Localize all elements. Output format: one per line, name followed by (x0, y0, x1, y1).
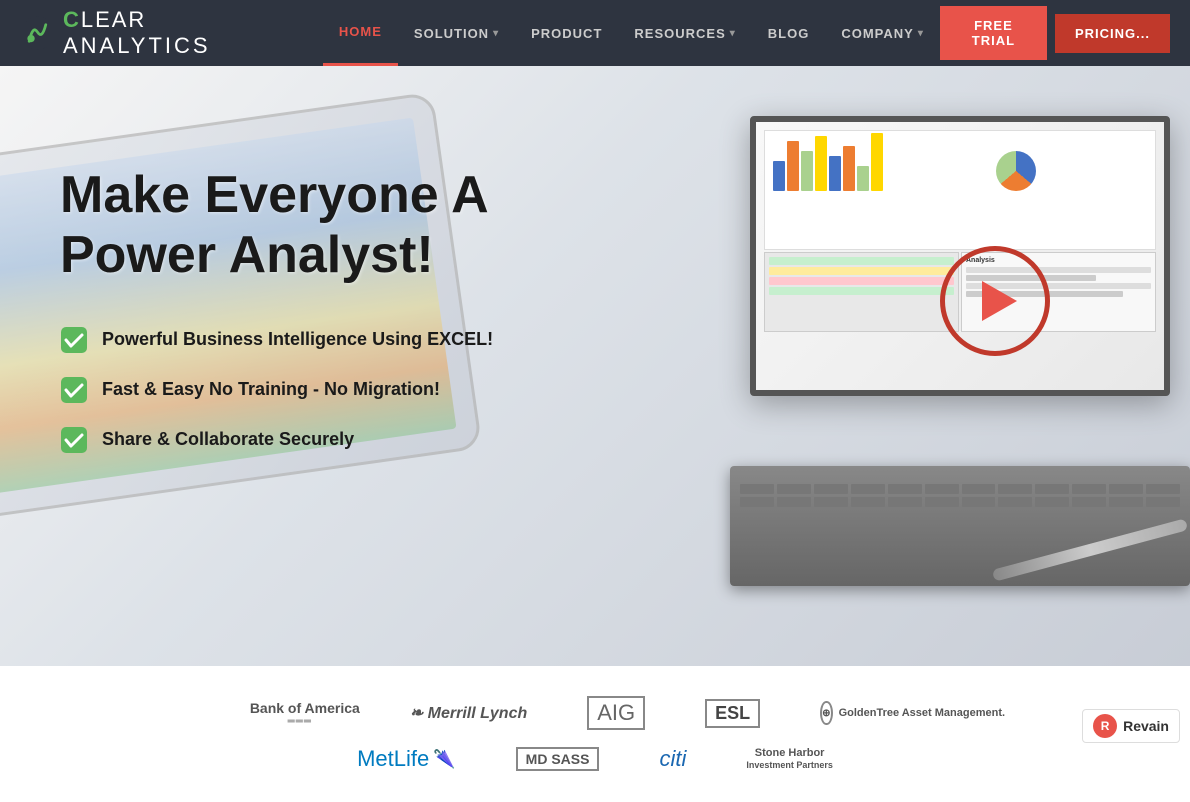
logo-mdsass: MD SASS (516, 747, 600, 771)
logo-metlife: MetLife 🌂 (357, 746, 456, 772)
nav-home[interactable]: HOME (323, 0, 398, 66)
keyboard-mockup (730, 466, 1190, 586)
play-icon (982, 281, 1017, 321)
feature-item-2: Fast & Easy No Training - No Migration! (60, 376, 580, 404)
nav-product[interactable]: PRODUCT (515, 0, 618, 66)
logo-esl: ESL (705, 699, 760, 728)
logos-section: Bank of America ═══ ❧ Merrill Lynch AIG … (0, 666, 1190, 802)
nav-links: HOME SOLUTION ▾ PRODUCT RESOURCES ▾ BLOG… (323, 0, 940, 66)
feature-text-2: Fast & Easy No Training - No Migration! (102, 379, 440, 400)
logos-row-2: MetLife 🌂 MD SASS citi Stone HarborInves… (357, 746, 833, 772)
revain-icon: R (1093, 714, 1117, 738)
surface-screen: Analysis (750, 116, 1170, 396)
hero-title: Make Everyone A Power Analyst! (60, 166, 580, 286)
nav-solution[interactable]: SOLUTION ▾ (398, 0, 515, 66)
logo-citi: citi (659, 746, 686, 772)
feature-item-1: Powerful Business Intelligence Using EXC… (60, 326, 580, 354)
checkmark-icon-2 (60, 376, 88, 404)
logos-row-1: Bank of America ═══ ❧ Merrill Lynch AIG … (250, 696, 940, 730)
nav-company[interactable]: COMPANY ▾ (825, 0, 940, 66)
hero-features: Powerful Business Intelligence Using EXC… (60, 326, 580, 454)
company-chevron-icon: ▾ (918, 28, 924, 39)
logo-aig: AIG (587, 696, 645, 730)
nav-resources[interactable]: RESOURCES ▾ (618, 0, 751, 66)
nav-cta-buttons: FREE TRIAL PRICING... (940, 6, 1170, 60)
resources-chevron-icon: ▾ (730, 28, 736, 39)
checkmark-icon-3 (60, 426, 88, 454)
keyboard-keys (730, 474, 1190, 517)
surface-pro-mockup: Analysis (710, 116, 1190, 616)
logo-link[interactable]: CLEAR ANALYTICS (20, 7, 283, 59)
hero-content: Make Everyone A Power Analyst! Powerful … (60, 166, 580, 454)
solution-chevron-icon: ▾ (493, 28, 499, 39)
logo-goldentree: ⊕ GoldenTree Asset Management. (820, 701, 940, 725)
nav-blog[interactable]: BLOG (752, 0, 826, 66)
play-button[interactable] (940, 246, 1050, 356)
logo-text: CLEAR ANALYTICS (63, 7, 283, 59)
free-trial-button[interactable]: FREE TRIAL (940, 6, 1047, 60)
feature-text-3: Share & Collaborate Securely (102, 429, 354, 450)
screen-content: Analysis (756, 122, 1164, 390)
revain-badge[interactable]: R Revain (1082, 709, 1180, 743)
logo-stoneharbor: Stone HarborInvestment Partners (746, 747, 833, 771)
checkmark-icon-1 (60, 326, 88, 354)
logo-merrill-lynch: ❧ Merrill Lynch (410, 703, 527, 723)
hero-section: Analysis (0, 66, 1190, 666)
feature-item-3: Share & Collaborate Securely (60, 426, 580, 454)
feature-text-1: Powerful Business Intelligence Using EXC… (102, 329, 493, 350)
pricing-button[interactable]: PRICING... (1055, 14, 1170, 53)
navbar: CLEAR ANALYTICS HOME SOLUTION ▾ PRODUCT … (0, 0, 1190, 66)
revain-label: Revain (1123, 718, 1169, 734)
logo-bank-of-america: Bank of America ═══ (250, 700, 350, 727)
